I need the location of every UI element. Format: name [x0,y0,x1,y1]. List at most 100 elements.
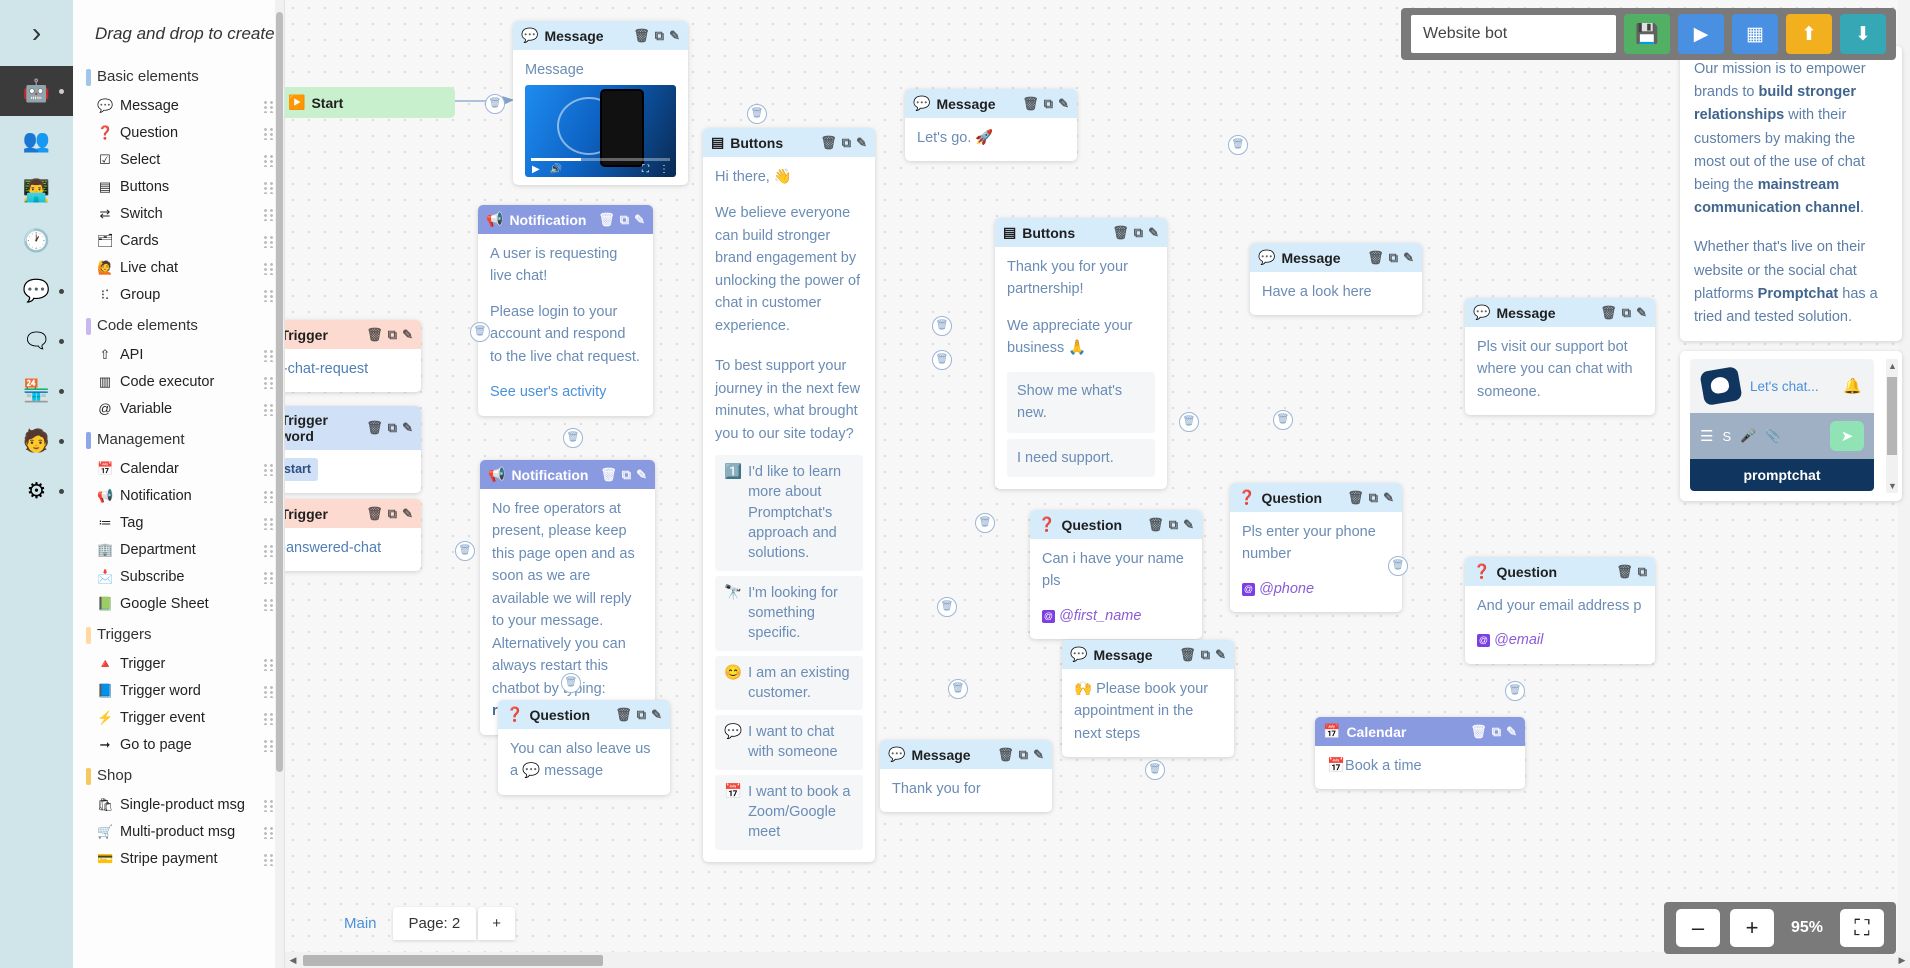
node-question-leavemsg[interactable]: ❓ Question 🗑 ⧉ ✎ You can also leave us a… [498,700,670,795]
edit-icon[interactable]: ✎ [636,467,647,483]
palette-item-trigger-event[interactable]: ⚡ Trigger event [73,705,284,732]
delete-icon[interactable]: 🗑 [997,747,1014,763]
chat-widget-preview[interactable]: Let's chat... 🔔 ☰ S 🎤 📎 ➤ promptchat [1690,359,1874,492]
delete-icon[interactable]: 🗑 [633,28,650,44]
rail-item-profile[interactable]: 🧑 [0,416,73,466]
bot-name-input[interactable] [1411,15,1616,53]
upload-button[interactable]: ⬆ [1786,14,1832,54]
node-message-supportbot[interactable]: 💬 Message 🗑 ⧉ ✎ Pls visit our support bo… [1465,298,1655,416]
edge-delete-button[interactable]: 🗑 [485,94,505,114]
drag-handle-icon[interactable] [263,463,274,477]
copy-icon[interactable]: ⧉ [1492,724,1501,740]
drag-handle-icon[interactable] [263,799,274,813]
copy-icon[interactable]: ⧉ [1201,647,1210,663]
delete-icon[interactable]: 🗑 [366,327,383,343]
copy-icon[interactable]: ⧉ [1044,96,1053,112]
delete-icon[interactable]: 🗑 [366,506,383,522]
palette-item-single-product-msg[interactable]: 🛍 Single-product msg [73,792,284,819]
copy-icon[interactable]: ⧉ [1369,490,1378,506]
node-notification-nooperators[interactable]: 📢 Notification 🗑 ⧉ ✎ No free operators a… [480,460,655,735]
horizontal-scroll-thumb[interactable] [303,954,603,966]
microphone-icon[interactable]: 🎤 [1740,428,1756,444]
delete-icon[interactable]: 🗑 [1616,564,1633,580]
video-menu-icon[interactable]: ⋮ [659,162,669,178]
drag-handle-icon[interactable] [263,571,274,585]
drag-handle-icon[interactable] [263,208,274,222]
fullscreen-button[interactable]: ⛶ [1840,909,1884,947]
drag-handle-icon[interactable] [263,262,274,276]
edit-icon[interactable]: ✎ [1215,647,1226,663]
edge-delete-button[interactable]: 🗑 [561,673,581,693]
delete-icon[interactable]: 🗑 [1112,225,1129,241]
palette-item-live-chat[interactable]: 🙋 Live chat [73,255,284,282]
node-start[interactable]: ▶️ Start [285,87,455,118]
zoom-in-button[interactable]: + [1730,909,1774,947]
edge-delete-button[interactable]: 🗑 [1179,412,1199,432]
edge-delete-button[interactable]: 🗑 [937,597,957,617]
menu-icon[interactable]: ☰ [1700,427,1713,445]
rail-item-schedule[interactable]: 🕐 [0,216,73,266]
palette-item-google-sheet[interactable]: 📗 Google Sheet [73,591,284,618]
palette-item-stripe-payment[interactable]: 💳 Stripe payment [73,846,284,873]
table-button[interactable]: ▦ [1732,14,1778,54]
palette-item-question[interactable]: ❓ Question [73,120,284,147]
download-button[interactable]: ⬇ [1840,14,1886,54]
edit-icon[interactable]: ✎ [1636,305,1647,321]
edge-delete-button[interactable]: 🗑 [563,428,583,448]
palette-item-buttons[interactable]: ▤ Buttons [73,174,284,201]
edge-delete-button[interactable]: 🗑 [948,679,968,699]
node-question-name[interactable]: ❓ Question 🗑 ⧉ ✎ Can i have your name pl… [1030,510,1202,640]
edit-icon[interactable]: ✎ [1148,225,1159,241]
edge-delete-button[interactable]: 🗑 [975,513,995,533]
palette-scrollbar[interactable] [275,0,284,968]
rail-item-bot[interactable]: 🤖 [0,66,73,116]
palette-item-message[interactable]: 💬 Message [73,93,284,120]
palette-item-cards[interactable]: 🗂 Cards [73,228,284,255]
drag-handle-icon[interactable] [263,349,274,363]
choice-option[interactable]: 1️⃣ I'd like to learn more about Promptch… [715,455,863,571]
choice-option[interactable]: I need support. [1007,438,1155,478]
palette-item-group[interactable]: ⁝⁚ Group [73,282,284,309]
delete-icon[interactable]: 🗑 [1470,724,1487,740]
drag-handle-icon[interactable] [263,127,274,141]
node-buttons-hithere[interactable]: ▤ Buttons 🗑 ⧉ ✎ Hi there, 👋 We believe e… [703,128,875,862]
edge-delete-button[interactable]: 🗑 [455,541,475,561]
node-message-bottom[interactable]: 💬 Message 🗑 ⧉ ✎ Thank you for [880,740,1052,813]
node-trigger-livechat[interactable]: 🔻 Trigger 🗑 ⧉ ✎ live-chat-request [285,320,421,393]
copy-icon[interactable]: ⧉ [637,707,646,723]
delete-icon[interactable]: 🗑 [1600,305,1617,321]
drag-handle-icon[interactable] [263,544,274,558]
scroll-down-icon[interactable]: ▼ [1888,481,1897,491]
palette-item-tag[interactable]: ≔ Tag [73,510,284,537]
delete-icon[interactable]: 🗑 [1022,96,1039,112]
copy-icon[interactable]: ⧉ [388,506,397,522]
rail-item-chat[interactable]: 💬 [0,266,73,316]
node-message-havealook[interactable]: 💬 Message 🗑 ⧉ ✎ Have a look here [1250,243,1422,316]
palette-item-switch[interactable]: ⇄ Switch [73,201,284,228]
palette-item-code-executor[interactable]: ▥ Code executor [73,369,284,396]
drag-handle-icon[interactable] [263,739,274,753]
delete-icon[interactable]: 🗑 [1347,490,1364,506]
node-buttons-thankyou[interactable]: ▤ Buttons 🗑 ⧉ ✎ Thank you for your partn… [995,218,1167,490]
edit-icon[interactable]: ✎ [1403,250,1414,266]
palette-item-calendar[interactable]: 📅 Calendar [73,456,284,483]
node-message-video[interactable]: 💬 Message 🗑 ⧉ ✎ Message ▶ 🔊 ⛶ ⋮ [513,21,688,186]
node-question-phone[interactable]: ❓ Question 🗑 ⧉ ✎ Pls enter your phone nu… [1230,483,1402,613]
drag-handle-icon[interactable] [263,154,274,168]
copy-icon[interactable]: ⧉ [388,420,397,436]
choice-option[interactable]: 😊 I am an existing customer. [715,655,863,711]
copy-icon[interactable]: ⧉ [622,467,631,483]
delete-icon[interactable]: 🗑 [598,212,615,228]
rail-item-settings[interactable]: ⚙ [0,466,73,516]
widget-scrollbar[interactable]: ▲ ▼ [1886,359,1898,494]
node-notification-livechat[interactable]: 📢 Notification 🗑 ⧉ ✎ A user is requestin… [478,205,653,416]
palette-item-department[interactable]: 🏢 Department [73,537,284,564]
see-user-activity-link[interactable]: See user's activity [490,381,641,403]
sidebar-collapse-toggle[interactable]: › [0,0,73,66]
node-message-letsgo[interactable]: 💬 Message 🗑 ⧉ ✎ Let's go. 🚀 [905,89,1077,162]
palette-item-notification[interactable]: 📢 Notification [73,483,284,510]
video-play-icon[interactable]: ▶ [532,162,540,178]
drag-handle-icon[interactable] [263,100,274,113]
copy-icon[interactable]: ⧉ [620,212,629,228]
zoom-out-button[interactable]: – [1676,909,1720,947]
